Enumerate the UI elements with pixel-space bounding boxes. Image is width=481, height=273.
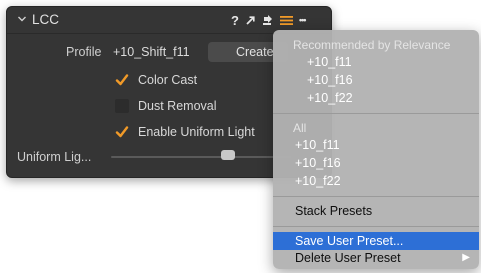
enable-uniform-light-checkbox[interactable] xyxy=(115,125,129,139)
enable-uniform-light-label: Enable Uniform Light xyxy=(138,125,255,139)
dust-removal-label: Dust Removal xyxy=(138,99,217,113)
color-cast-checkbox[interactable] xyxy=(115,73,129,87)
delete-user-preset-item[interactable]: Delete User Preset ▶ xyxy=(273,249,479,267)
menu-separator xyxy=(273,113,479,114)
uniform-light-slider-thumb[interactable] xyxy=(221,150,235,160)
apply-arrow-icon[interactable] xyxy=(245,12,256,28)
delete-user-preset-label: Delete User Preset xyxy=(295,251,401,265)
checkmark-icon xyxy=(115,126,129,138)
recommended-preset-item[interactable]: +10_f11 xyxy=(273,53,479,71)
presets-menu-icon[interactable] xyxy=(279,12,293,28)
enable-uniform-light-checkbox-row[interactable]: Enable Uniform Light xyxy=(115,124,255,140)
checkmark-icon xyxy=(115,74,129,86)
all-preset-item[interactable]: +10_f16 xyxy=(273,154,479,172)
stack-presets-item[interactable]: Stack Presets xyxy=(273,202,479,220)
recommended-section-header: Recommended by Relevance xyxy=(293,38,451,52)
screenshot-stage: LCC ? ••• Profile +10_Shift_f11 Create C… xyxy=(0,0,481,273)
menu-separator xyxy=(273,226,479,227)
header-toolbar: ? ••• xyxy=(231,12,307,28)
more-options-icon[interactable]: ••• xyxy=(299,12,307,28)
color-cast-label: Color Cast xyxy=(138,73,198,87)
color-cast-checkbox-row[interactable]: Color Cast xyxy=(115,72,197,88)
profile-label: Profile xyxy=(66,45,102,59)
collapse-chevron-icon[interactable] xyxy=(17,13,27,25)
panel-title: LCC xyxy=(32,12,60,27)
copy-apply-icon[interactable] xyxy=(262,12,274,28)
uniform-light-slider-track[interactable] xyxy=(111,156,291,158)
menu-separator xyxy=(273,196,479,197)
all-preset-item[interactable]: +10_f11 xyxy=(273,136,479,154)
dust-removal-checkbox-row[interactable]: Dust Removal xyxy=(115,98,217,114)
save-user-preset-item[interactable]: Save User Preset... xyxy=(273,232,479,250)
all-section-header: All xyxy=(293,121,307,135)
recommended-preset-item[interactable]: +10_f16 xyxy=(273,71,479,89)
recommended-preset-item[interactable]: +10_f22 xyxy=(273,89,479,107)
dust-removal-checkbox[interactable] xyxy=(115,99,129,113)
help-icon[interactable]: ? xyxy=(231,12,239,28)
submenu-arrow-icon: ▶ xyxy=(462,252,470,263)
profile-value: +10_Shift_f11 xyxy=(113,45,190,59)
all-preset-item[interactable]: +10_f22 xyxy=(273,172,479,190)
uniform-light-label: Uniform Lig... xyxy=(17,150,92,164)
presets-dropdown-menu: Recommended by Relevance +10_f11 +10_f16… xyxy=(273,30,479,269)
